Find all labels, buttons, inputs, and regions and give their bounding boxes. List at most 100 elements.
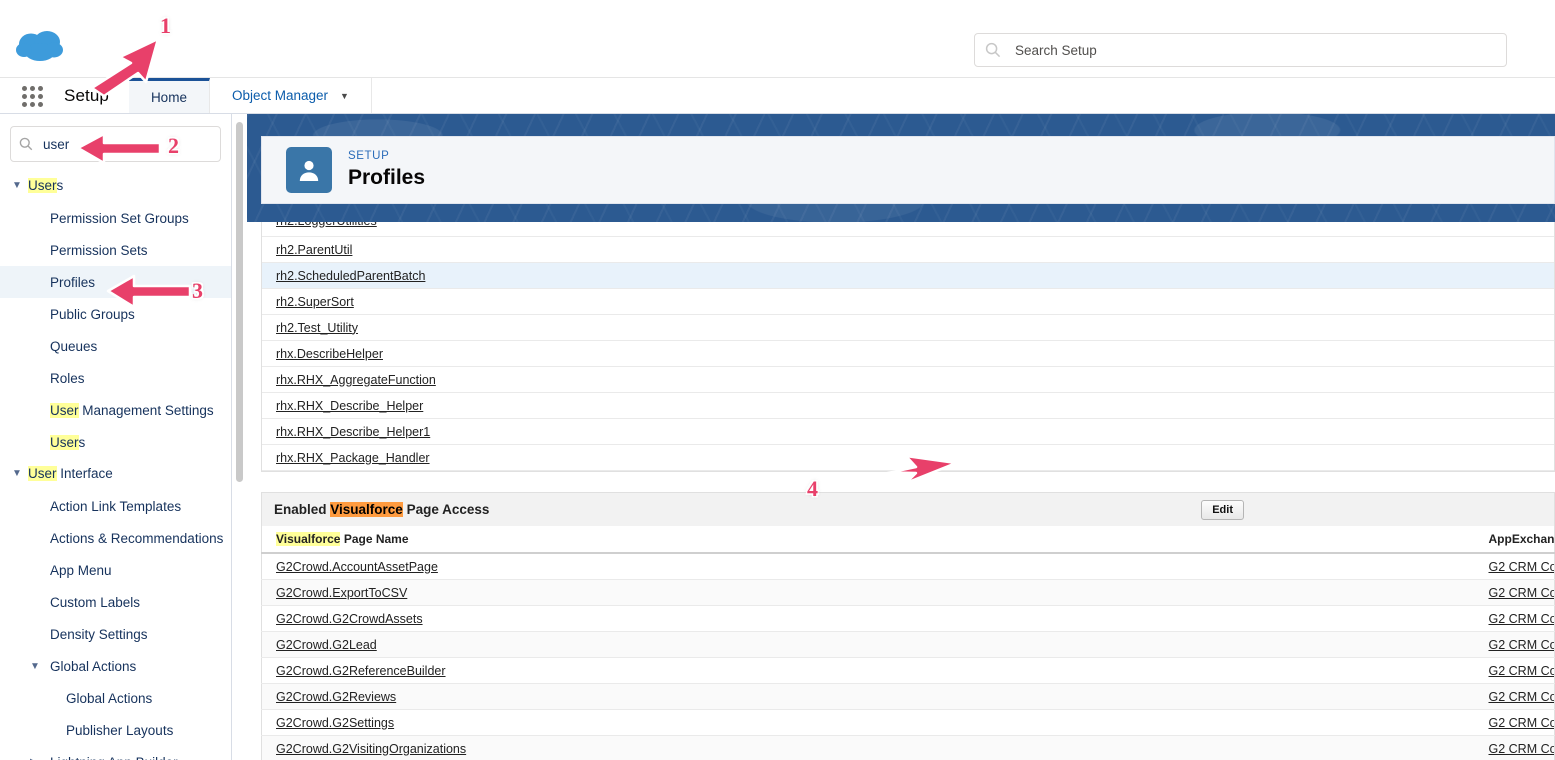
sidebar-item-queues[interactable]: Queues bbox=[0, 330, 231, 362]
table-row[interactable]: rhx.RHX_AggregateFunction bbox=[262, 366, 1554, 393]
visualforce-page-link[interactable]: G2Crowd.G2Settings bbox=[276, 716, 394, 730]
visualforce-section-header: Enabled Visualforce Page Access Edit bbox=[261, 492, 1555, 526]
apex-class-link[interactable]: rh2.ParentUtil bbox=[276, 243, 352, 257]
table-row[interactable]: rhx.RHX_Describe_Helper bbox=[262, 392, 1554, 419]
main-content: SETUP Profiles rh2.LoggerUtilities rh2.Pa… bbox=[247, 114, 1555, 760]
apex-class-link[interactable]: rh2.ScheduledParentBatch bbox=[276, 269, 425, 283]
table-row[interactable]: rhx.RHX_Package_Handler bbox=[262, 444, 1554, 471]
tab-home-label: Home bbox=[150, 89, 187, 105]
table-row[interactable]: G2Crowd.AccountAssetPage G2 CRM Co bbox=[261, 553, 1555, 580]
sidebar-item-user-management-settings[interactable]: User Management Settings bbox=[0, 394, 231, 426]
visualforce-page-link[interactable]: G2Crowd.AccountAssetPage bbox=[276, 560, 438, 574]
visualforce-page-link[interactable]: G2Crowd.G2ReferenceBuilder bbox=[276, 664, 446, 678]
sidebar-item-permission-sets[interactable]: Permission Sets bbox=[0, 234, 231, 266]
visualforce-table: Visualforce Page Name AppExchange G2Crow… bbox=[261, 526, 1555, 760]
visualforce-page-link[interactable]: G2Crowd.G2CrowdAssets bbox=[276, 612, 423, 626]
sidebar-item-density-settings[interactable]: Density Settings bbox=[0, 618, 231, 650]
appexchange-package-link[interactable]: G2 CRM Co bbox=[1489, 664, 1555, 678]
sidebar-search-wrap: user bbox=[0, 114, 231, 170]
global-search-input[interactable]: Search Setup bbox=[974, 33, 1507, 67]
table-row[interactable]: G2Crowd.G2Reviews G2 CRM Co bbox=[261, 683, 1555, 710]
sidebar-item-permission-set-groups[interactable]: Permission Set Groups bbox=[0, 202, 231, 234]
table-row[interactable]: G2Crowd.ExportToCSV G2 CRM Co bbox=[261, 579, 1555, 606]
table-row[interactable]: rh2.ParentUtil bbox=[262, 236, 1554, 263]
appexchange-package-link[interactable]: G2 CRM Co bbox=[1489, 690, 1555, 704]
table-row[interactable]: G2Crowd.G2Lead G2 CRM Co bbox=[261, 631, 1555, 658]
edit-button[interactable]: Edit bbox=[1201, 500, 1244, 520]
apex-class-access-list: rh2.LoggerUtilities rh2.ParentUtil rh2.Sch… bbox=[261, 222, 1555, 472]
visualforce-section-title: Enabled Visualforce Page Access bbox=[274, 502, 490, 517]
apex-class-link[interactable]: rhx.RHX_Package_Handler bbox=[276, 451, 430, 465]
tab-object-manager[interactable]: Object Manager ▼ bbox=[210, 78, 372, 113]
sidebar-item-actions-recommendations[interactable]: Actions & Recommendations bbox=[0, 522, 231, 554]
section-spacer bbox=[261, 472, 1555, 492]
sidebar-item-profiles[interactable]: Profiles bbox=[0, 266, 231, 298]
apex-class-table: rh2.LoggerUtilities rh2.ParentUtil rh2.Sch… bbox=[262, 222, 1554, 471]
page-header-eyebrow: SETUP bbox=[348, 150, 390, 162]
table-row[interactable]: rh2.Test_Utility bbox=[262, 314, 1554, 341]
sidebar-search-input[interactable]: user bbox=[10, 126, 221, 162]
chevron-down-icon: ▼ bbox=[12, 180, 22, 191]
table-row[interactable]: G2Crowd.G2CrowdAssets G2 CRM Co bbox=[261, 605, 1555, 632]
sidebar-group-user-interface-label: User Interface bbox=[28, 466, 113, 481]
apex-class-link[interactable]: rhx.RHX_Describe_Helper1 bbox=[276, 425, 430, 439]
apex-class-link[interactable]: rhx.DescribeHelper bbox=[276, 347, 383, 361]
sidebar-item-roles[interactable]: Roles bbox=[0, 362, 231, 394]
tab-object-manager-label: Object Manager bbox=[231, 88, 329, 103]
apex-class-link[interactable]: rh2.Test_Utility bbox=[276, 321, 358, 335]
table-row[interactable]: rhx.RHX_Describe_Helper1 bbox=[262, 418, 1554, 445]
appexchange-package-link[interactable]: G2 CRM Co bbox=[1489, 586, 1555, 600]
appexchange-package-link[interactable]: G2 CRM Co bbox=[1489, 638, 1555, 652]
apex-class-link[interactable]: rhx.RHX_AggregateFunction bbox=[276, 373, 436, 387]
appexchange-package-link[interactable]: G2 CRM Co bbox=[1489, 612, 1555, 626]
sidebar-subgroup-global-actions[interactable]: ▼ Global Actions bbox=[0, 650, 231, 682]
sidebar-item-publisher-layouts[interactable]: Publisher Layouts bbox=[0, 714, 231, 746]
visualforce-page-link[interactable]: G2Crowd.G2Lead bbox=[276, 638, 377, 652]
page-title: Profiles bbox=[348, 166, 426, 189]
table-row[interactable]: G2Crowd.G2ReferenceBuilder G2 CRM Co bbox=[261, 657, 1555, 684]
user-profile-icon bbox=[286, 147, 332, 193]
visualforce-page-link[interactable]: G2Crowd.ExportToCSV bbox=[276, 586, 407, 600]
table-row[interactable]: G2Crowd.G2Settings G2 CRM Co bbox=[261, 709, 1555, 736]
table-row[interactable]: rhx.DescribeHelper bbox=[262, 340, 1554, 367]
column-header-visualforce-page-name: Visualforce Page Name bbox=[261, 526, 1475, 554]
sidebar-item-app-menu[interactable]: App Menu bbox=[0, 554, 231, 586]
visualforce-page-access-section: Enabled Visualforce Page Access Edit Vis… bbox=[261, 492, 1555, 760]
setup-sidebar: user ▼ Users Permission Set Groups Permi… bbox=[0, 114, 232, 760]
sidebar-subgroup-lightning-app-builder[interactable]: ▶ Lightning App Builder bbox=[0, 746, 231, 760]
sidebar-group-users-label: Users bbox=[28, 178, 64, 193]
appexchange-package-link[interactable]: G2 CRM Co bbox=[1489, 560, 1555, 574]
sidebar-item-custom-labels[interactable]: Custom Labels bbox=[0, 586, 231, 618]
salesforce-cloud-logo[interactable] bbox=[14, 28, 68, 64]
table-row[interactable]: rh2.SuperSort bbox=[262, 288, 1554, 315]
table-row[interactable]: rh2.LoggerUtilities bbox=[262, 222, 1554, 237]
appexchange-package-link[interactable]: G2 CRM Co bbox=[1489, 742, 1555, 756]
apex-class-link[interactable]: rh2.LoggerUtilities bbox=[276, 222, 377, 228]
visualforce-page-link[interactable]: G2Crowd.G2Reviews bbox=[276, 690, 396, 704]
sidebar-item-public-groups[interactable]: Public Groups bbox=[0, 298, 231, 330]
app-launcher-icon[interactable] bbox=[18, 78, 46, 114]
chevron-right-icon: ▶ bbox=[30, 754, 50, 760]
tab-home[interactable]: Home bbox=[128, 78, 210, 113]
setup-title: Setup bbox=[64, 85, 109, 105]
sidebar-search-value: user bbox=[43, 136, 70, 152]
table-row[interactable]: G2Crowd.G2VisitingOrganizations G2 CRM Co bbox=[261, 735, 1555, 760]
page-header-card: SETUP Profiles bbox=[261, 136, 1555, 204]
column-header-appexchange: AppExchange bbox=[1474, 526, 1555, 554]
apex-class-link[interactable]: rh2.SuperSort bbox=[276, 295, 354, 309]
sidebar-item-global-actions[interactable]: Global Actions bbox=[0, 682, 231, 714]
visualforce-page-link[interactable]: G2Crowd.G2VisitingOrganizations bbox=[276, 742, 466, 756]
table-row[interactable]: rh2.ScheduledParentBatch bbox=[262, 262, 1554, 289]
sidebar-item-users[interactable]: Users bbox=[0, 426, 231, 458]
global-header: Search Setup bbox=[0, 0, 1555, 78]
appexchange-package-link[interactable]: G2 CRM Co bbox=[1489, 716, 1555, 730]
search-icon bbox=[985, 42, 1001, 58]
sidebar-item-action-link-templates[interactable]: Action Link Templates bbox=[0, 490, 231, 522]
sidebar-group-users[interactable]: ▼ Users bbox=[0, 170, 231, 202]
sidebar-group-user-interface[interactable]: ▼ User Interface bbox=[0, 458, 231, 490]
sidebar-subgroup-global-actions-label: Global Actions bbox=[50, 658, 137, 674]
sidebar-scrollbar[interactable] bbox=[236, 122, 243, 482]
apex-class-link[interactable]: rhx.RHX_Describe_Helper bbox=[276, 399, 423, 413]
chevron-down-icon: ▼ bbox=[30, 660, 40, 672]
visualforce-highlight: Visualforce bbox=[330, 502, 403, 517]
